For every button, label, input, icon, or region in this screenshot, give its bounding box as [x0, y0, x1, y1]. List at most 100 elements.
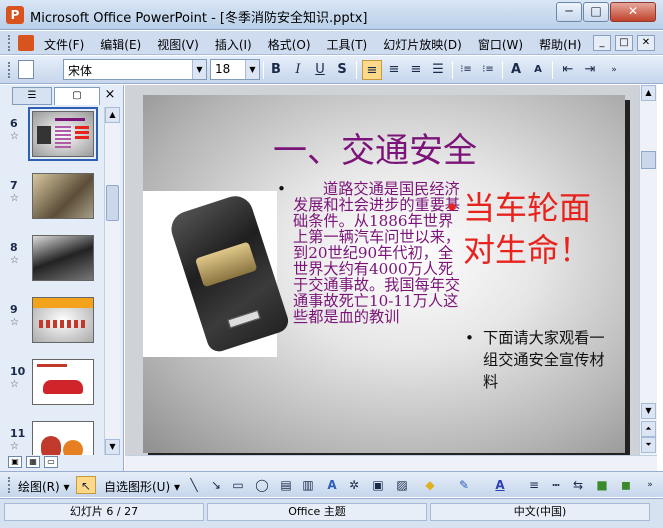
caption-text-box[interactable]: • 下面请大家观看一组交通安全宣传材料 [465, 327, 607, 393]
slide-thumbnail-row[interactable]: 9 ☆ [4, 293, 104, 351]
select-pointer-icon[interactable]: ↖ [76, 476, 96, 494]
menu-grip-handle[interactable] [8, 35, 11, 51]
scroll-up-icon[interactable]: ▲ [105, 107, 120, 123]
vertical-textbox-icon[interactable]: ▥ [298, 476, 318, 494]
car-photo-icon [37, 126, 51, 144]
menu-view[interactable]: 视图(V) [157, 36, 199, 53]
slide-thumbnail-row[interactable]: 7 ☆ [4, 169, 104, 227]
fill-color-icon[interactable]: ◆ [420, 476, 440, 494]
distribute-button[interactable]: ☰ [428, 60, 448, 80]
maximize-button[interactable]: □ [583, 2, 609, 22]
increase-indent-button[interactable]: ⇥ [580, 60, 600, 80]
toolbar-grip-handle[interactable] [8, 477, 11, 493]
font-color-icon[interactable]: A [490, 476, 510, 494]
bullets-button[interactable]: ⁝≡ [478, 60, 498, 80]
slide-thumbnail-row[interactable]: 10 ☆ [4, 355, 104, 413]
menu-help[interactable]: 帮助(H) [539, 36, 581, 53]
new-slide-icon[interactable] [18, 60, 34, 79]
next-slide-icon[interactable]: ⏷ [641, 437, 656, 453]
headline-text-box[interactable]: • 当车轮面对生命！ [445, 187, 591, 271]
document-minimize-button[interactable]: _ [593, 35, 611, 51]
toolbar-options-chevron-icon[interactable]: » [640, 476, 660, 494]
slide-thumbnail[interactable] [32, 359, 94, 405]
draw-menu-button[interactable]: 绘图(R) ▾ [18, 478, 70, 495]
menu-insert[interactable]: 插入(I) [215, 36, 252, 53]
tab-outline[interactable]: ☰ [12, 87, 52, 105]
shrink-font-button[interactable]: A [528, 60, 548, 80]
italic-button[interactable]: I [288, 60, 308, 80]
scroll-thumb[interactable] [106, 185, 119, 221]
bold-button[interactable]: B [266, 60, 286, 80]
slide-thumbnail[interactable] [32, 297, 94, 343]
close-button[interactable]: ✕ [610, 2, 656, 22]
toolbar-options-chevron-icon[interactable]: » [604, 60, 624, 80]
slide-canvas[interactable]: 一、交通安全 • 道路交通是国民经济发展和社会进步的重要基础条件。从1886年世… [143, 95, 625, 453]
tab-slides[interactable]: ▢ [54, 87, 100, 105]
line-icon[interactable]: ╲ [184, 476, 204, 494]
chevron-down-icon[interactable]: ▼ [192, 60, 206, 79]
menu-file[interactable]: 文件(F) [44, 36, 84, 53]
grow-font-button[interactable]: A [506, 60, 526, 80]
text-lines-icon [55, 126, 71, 150]
slide-vertical-scrollbar[interactable]: ▲ ▼ ⏶ ⏷ [639, 85, 657, 455]
scroll-down-icon[interactable]: ▼ [641, 403, 656, 419]
slide-thumbnail[interactable] [28, 107, 98, 161]
slide-thumbnail-row[interactable]: 6 ☆ [4, 107, 104, 165]
line-color-icon[interactable]: ✎ [454, 476, 474, 494]
slide-thumbnail[interactable] [32, 173, 94, 219]
menu-format[interactable]: 格式(O) [268, 36, 311, 53]
slide-sorter-view-icon[interactable]: ▦ [26, 456, 40, 468]
align-left-button[interactable]: ≡ [362, 60, 382, 80]
autoshapes-menu-button[interactable]: 自选图形(U) ▾ [104, 478, 180, 495]
clipart-icon[interactable]: ▣ [368, 476, 388, 494]
underline-button[interactable]: U [310, 60, 330, 80]
menu-edit[interactable]: 编辑(E) [100, 36, 141, 53]
align-center-button[interactable]: ≡ [384, 60, 404, 80]
arrow-style-icon[interactable]: ⇆ [568, 476, 588, 494]
decrease-indent-button[interactable]: ⇤ [558, 60, 578, 80]
powerpoint-app-icon[interactable]: P [6, 6, 24, 24]
scroll-down-icon[interactable]: ▼ [105, 439, 120, 455]
font-size-select[interactable]: 18 ▼ [210, 59, 260, 80]
shadow-style-icon[interactable]: ■ [592, 476, 612, 494]
slide-thumbnail-row[interactable]: 8 ☆ [4, 231, 104, 289]
scroll-up-icon[interactable]: ▲ [641, 85, 656, 101]
oval-icon[interactable]: ◯ [252, 476, 272, 494]
wordart-icon[interactable]: A [322, 476, 342, 494]
slide-thumbnail[interactable] [32, 421, 94, 455]
slide-thumbnail-row[interactable]: 11 ☆ [4, 417, 104, 455]
menu-tools[interactable]: 工具(T) [327, 36, 368, 53]
previous-slide-icon[interactable]: ⏶ [641, 421, 656, 437]
font-name-select[interactable]: 宋体 ▼ [63, 59, 207, 80]
minimize-button[interactable]: ─ [556, 2, 582, 22]
align-right-button[interactable]: ≡ [406, 60, 426, 80]
document-close-button[interactable]: ✕ [637, 35, 655, 51]
text-shadow-button[interactable]: S [332, 60, 352, 80]
picture-icon[interactable]: ▨ [392, 476, 412, 494]
toolbar-grip-handle[interactable] [8, 62, 11, 78]
arrow-icon[interactable]: ↘ [206, 476, 226, 494]
scroll-thumb[interactable] [641, 151, 656, 169]
body-text-box[interactable]: • 道路交通是国民经济发展和社会进步的重要基础条件。从1886年世界上第一辆汽车… [277, 181, 463, 325]
slide-thumbnail[interactable] [32, 235, 94, 281]
dash-style-icon[interactable]: ┅ [546, 476, 566, 494]
numbering-button[interactable]: ⁝≡ [456, 60, 476, 80]
slide-horizontal-scrollbar[interactable] [125, 455, 657, 471]
document-icon[interactable] [18, 35, 34, 51]
slide-title[interactable]: 一、交通安全 [273, 123, 477, 172]
menu-window[interactable]: 窗口(W) [478, 36, 523, 53]
panel-close-button[interactable]: × [102, 87, 118, 105]
3d-style-icon[interactable]: ◼ [616, 476, 636, 494]
slides-panel-scrollbar[interactable]: ▲ ▼ [104, 107, 120, 455]
menu-slideshow[interactable]: 幻灯片放映(D) [383, 36, 462, 53]
rectangle-icon[interactable]: ▭ [228, 476, 248, 494]
car-photo[interactable] [143, 191, 292, 357]
diagram-icon[interactable]: ✲ [344, 476, 364, 494]
line-style-icon[interactable]: ≡ [524, 476, 544, 494]
document-restore-button[interactable]: □ [615, 35, 633, 51]
bullet-icon: • [277, 180, 286, 198]
chevron-down-icon[interactable]: ▼ [245, 60, 259, 79]
normal-view-icon[interactable]: ▣ [8, 456, 22, 468]
textbox-icon[interactable]: ▤ [276, 476, 296, 494]
slideshow-view-icon[interactable]: ▭ [44, 456, 58, 468]
